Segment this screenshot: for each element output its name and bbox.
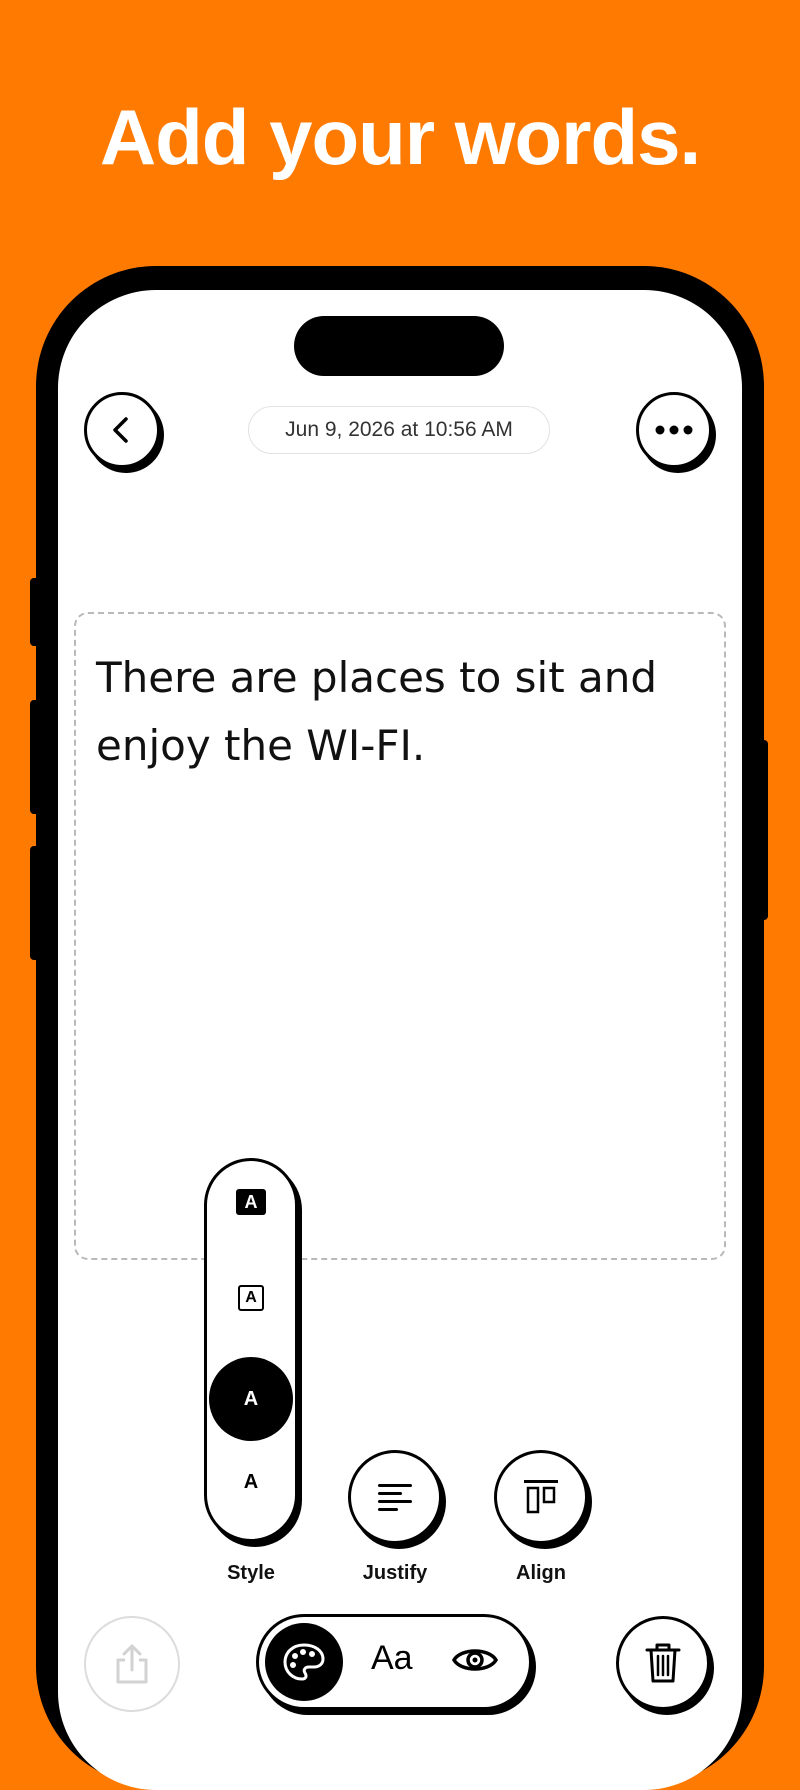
mode-switcher: Aa xyxy=(256,1614,532,1710)
phone-frame: Jun 9, 2026 at 10:56 AM There are places… xyxy=(36,266,764,1790)
phone-screen: Jun 9, 2026 at 10:56 AM There are places… xyxy=(58,290,742,1790)
headline: Add your words. xyxy=(99,93,701,181)
justify-button[interactable] xyxy=(348,1450,442,1544)
text-align-left-icon xyxy=(378,1484,412,1511)
share-icon xyxy=(116,1644,148,1684)
ellipsis-icon xyxy=(655,425,693,435)
preview-mode-button[interactable] xyxy=(451,1643,499,1682)
palette-mode-button[interactable] xyxy=(265,1623,343,1701)
style-option-circle-selected[interactable]: A xyxy=(209,1357,293,1441)
chevron-left-icon xyxy=(113,417,128,443)
share-button[interactable] xyxy=(84,1616,180,1712)
date-label: Jun 9, 2026 at 10:56 AM xyxy=(285,418,513,441)
style-option-outlined[interactable]: A xyxy=(238,1285,264,1311)
dynamic-island xyxy=(294,316,504,376)
palette-icon xyxy=(283,1643,325,1681)
style-option-plain[interactable]: A xyxy=(236,1467,266,1497)
justify-label: Justify xyxy=(362,1562,428,1584)
back-button[interactable] xyxy=(84,392,160,468)
delete-button[interactable] xyxy=(616,1616,710,1710)
align-button[interactable] xyxy=(494,1450,588,1544)
align-label: Align xyxy=(516,1562,566,1584)
style-option-filled[interactable]: A xyxy=(236,1189,266,1215)
date-pill[interactable]: Jun 9, 2026 at 10:56 AM xyxy=(248,406,550,454)
trash-icon xyxy=(645,1643,681,1683)
style-label: Style xyxy=(227,1562,275,1584)
note-text[interactable]: There are places to sit and enjoy the WI… xyxy=(96,644,706,780)
note-text-box[interactable]: There are places to sit and enjoy the WI… xyxy=(74,612,726,1260)
style-menu: A A A A xyxy=(204,1158,298,1542)
eye-icon xyxy=(451,1649,499,1671)
more-button[interactable] xyxy=(636,392,712,468)
font-mode-button[interactable]: Aa xyxy=(371,1639,413,1678)
align-top-icon xyxy=(524,1480,558,1514)
